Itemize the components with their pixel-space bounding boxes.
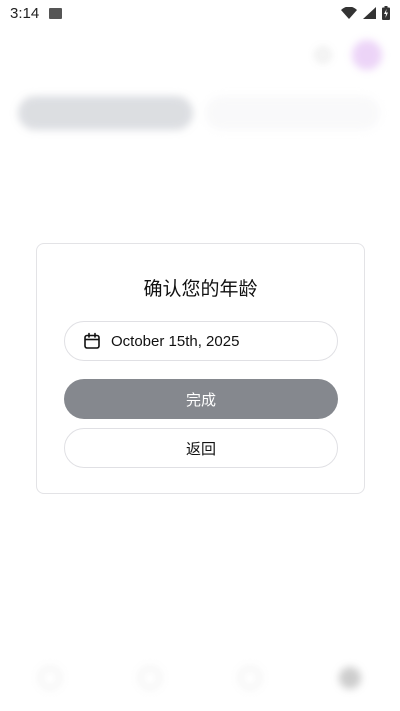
birthdate-value: October 15th, 2025 [111, 332, 240, 350]
wifi-icon [341, 7, 357, 19]
signal-icon [363, 7, 376, 19]
done-button[interactable]: 完成 [64, 379, 338, 419]
status-time: 3:14 [10, 4, 40, 22]
status-icons [341, 6, 390, 20]
battery-charging-icon [382, 6, 390, 20]
birthdate-field[interactable]: October 15th, 2025 [64, 321, 338, 361]
back-button[interactable]: 返回 [64, 428, 338, 468]
image-icon [49, 7, 63, 19]
calendar-icon [84, 332, 100, 349]
age-confirmation-dialog: 确认您的年龄 October 15th, 2025 完成 返回 [36, 243, 365, 494]
status-bar: 3:14 [0, 0, 400, 26]
dialog-title: 确认您的年龄 [143, 278, 258, 300]
